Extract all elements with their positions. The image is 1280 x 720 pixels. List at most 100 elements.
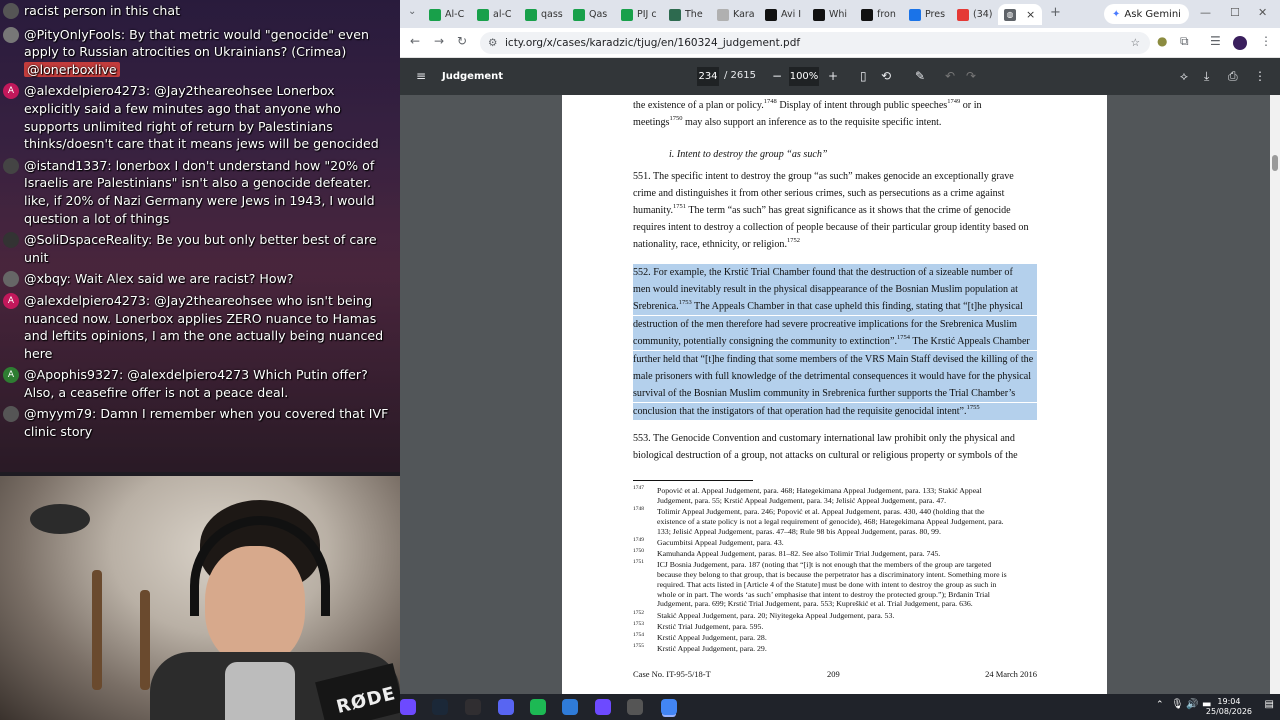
chat-username[interactable]: @xbqy:	[24, 271, 71, 286]
zoom-in-button[interactable]: +	[828, 69, 838, 83]
browser-tab[interactable]: qass	[525, 4, 563, 25]
footnote-ref[interactable]: 1748	[764, 98, 777, 105]
reading-list-icon[interactable]: ☰	[1210, 34, 1221, 48]
browser-tab[interactable]: fron	[861, 4, 896, 25]
rotate-icon[interactable]: ⟲	[881, 69, 891, 83]
gemini-icon: ✦	[1112, 8, 1121, 20]
text-line: the existence of a plan or policy.1748 D…	[633, 97, 1037, 114]
chrome-icon[interactable]	[661, 699, 677, 715]
fit-page-icon[interactable]: ▯	[860, 69, 867, 83]
browser-menu-icon[interactable]: ⋮	[1260, 34, 1272, 48]
profile-avatar[interactable]	[1233, 36, 1247, 50]
tab-favicon	[525, 8, 537, 21]
chat-username[interactable]: @alexdelpiero4273:	[24, 293, 150, 308]
chat-username[interactable]: @Apophis9327:	[24, 367, 123, 382]
system-clock[interactable]: 19:04 25/08/2026	[1206, 697, 1252, 717]
spotify-icon[interactable]	[530, 699, 546, 715]
chat-username[interactable]: @istand1337:	[24, 158, 112, 173]
proton-icon[interactable]	[400, 699, 416, 715]
chat-text: Wait Alex said we are racist? How?	[70, 271, 294, 287]
ask-gemini-button[interactable]: ✦ Ask Gemini	[1104, 4, 1189, 24]
chat-username[interactable]: @SoliDspaceReality:	[24, 232, 152, 247]
minimize-button[interactable]: —	[1200, 6, 1211, 19]
proton-vpn-icon[interactable]	[595, 699, 611, 715]
taskbar: ⌃ 🎙 🔊 ▬ 19:04 25/08/2026 ▤	[400, 694, 1280, 720]
print-icon[interactable]: ⎙	[1228, 69, 1238, 84]
line-text: meetings	[633, 117, 670, 128]
footnote-ref[interactable]: 1755	[967, 404, 980, 411]
settings-icon[interactable]	[627, 699, 643, 715]
pdf-sidebar-menu-icon[interactable]: ≡	[416, 69, 426, 83]
chat-username[interactable]: @PityOnlyFools:	[24, 27, 125, 42]
line-text: male prisoners with full knowledge of th…	[633, 371, 1032, 382]
footnote-number: 1747	[633, 485, 644, 491]
zoom-level[interactable]: 100%	[789, 67, 819, 86]
browser-tab[interactable]: Whi	[813, 4, 847, 25]
user-avatar	[3, 232, 19, 249]
download-icon[interactable]: ⤓	[1204, 69, 1209, 84]
bookmark-star-icon[interactable]: ☆	[1131, 32, 1140, 54]
highlighted-line: further held that “[t]he finding that so…	[633, 351, 1037, 369]
footnote-ref[interactable]: 1751	[673, 203, 686, 210]
browser-tab[interactable]: Kara	[717, 4, 755, 25]
tray-chevron-icon[interactable]: ⌃	[1156, 700, 1164, 710]
browser-tab[interactable]: (34)	[957, 4, 993, 25]
browser-tab[interactable]: Qas	[573, 4, 607, 25]
user-avatar: A	[3, 83, 19, 100]
footnote-ref[interactable]: 1750	[669, 115, 682, 122]
pdf-page[interactable]: the existence of a plan or policy.1748 D…	[562, 95, 1107, 694]
undo-icon[interactable]: ↶	[945, 69, 955, 83]
tab-active[interactable]: ◍ ×	[998, 4, 1042, 25]
browser-tab[interactable]: Al-C	[429, 4, 464, 25]
forward-icon[interactable]: →	[434, 34, 444, 48]
footnote-ref[interactable]: 1752	[787, 237, 800, 244]
tab-favicon	[909, 8, 921, 21]
annotate-icon[interactable]: ✎	[915, 69, 925, 83]
maximize-button[interactable]: ☐	[1230, 6, 1240, 19]
vscode-icon[interactable]	[562, 699, 578, 715]
steam-icon[interactable]	[432, 699, 448, 715]
highlighted-line: conclusion that the instigators of that …	[633, 403, 1037, 421]
footnote-text: required. That acts listed in [Article 4…	[657, 579, 997, 589]
close-window-button[interactable]: ✕	[1258, 6, 1267, 19]
notifications-icon[interactable]: ▤	[1265, 699, 1274, 710]
ai-summary-icon[interactable]: ⟡	[1180, 69, 1188, 84]
reload-icon[interactable]: ↻	[457, 34, 467, 48]
chat-username[interactable]: @alexdelpiero4273:	[24, 83, 150, 98]
mic-tray-icon[interactable]: 🎙	[1171, 699, 1184, 710]
zoom-out-button[interactable]: −	[772, 69, 782, 83]
browser-tab[interactable]: al-C	[477, 4, 512, 25]
browser-tab[interactable]: The	[669, 4, 703, 25]
obs-icon[interactable]	[465, 699, 481, 715]
user-avatar	[3, 406, 19, 423]
site-info-icon[interactable]: ⚙	[488, 32, 497, 54]
tab-favicon	[669, 8, 681, 21]
footnote-ref[interactable]: 1754	[897, 334, 910, 341]
pdf-viewer[interactable]: the existence of a plan or policy.1748 D…	[400, 95, 1280, 694]
tab-close-button[interactable]: ×	[1026, 8, 1035, 21]
new-tab-button[interactable]: +	[1050, 5, 1061, 20]
tab-search-icon[interactable]: ⌄	[408, 6, 416, 17]
pdf-toolbar: ≡ Judgement 234 / 2615 − 100% + ▯ ⟲ ✎ ↶ …	[400, 58, 1280, 95]
scroll-thumb[interactable]	[1272, 155, 1278, 171]
extension-icon[interactable]: ●	[1157, 34, 1167, 48]
browser-tab[interactable]: Avi I	[765, 4, 801, 25]
footnote-ref[interactable]: 1749	[947, 98, 960, 105]
page-number-input[interactable]: 234	[697, 67, 719, 86]
redo-icon[interactable]: ↷	[966, 69, 976, 83]
extensions-puzzle-icon[interactable]: ⧉	[1180, 34, 1189, 49]
footnote-number: 1749	[633, 536, 644, 543]
address-bar[interactable]: ⚙ icty.org/x/cases/karadzic/tjug/en/1603…	[480, 32, 1150, 54]
footnote-number: 1750	[633, 548, 644, 554]
pdf-scrollbar[interactable]	[1270, 95, 1280, 694]
footnote-text: Krstić Trial Judgement, para. 595.	[657, 621, 764, 631]
browser-tab[interactable]: PIJ c	[621, 4, 657, 25]
volume-icon[interactable]: 🔊	[1186, 699, 1198, 710]
discord-icon[interactable]	[498, 699, 514, 715]
chat-username[interactable]: @myym79:	[24, 406, 96, 421]
pdf-more-icon[interactable]: ⋮	[1254, 69, 1266, 83]
footnote-ref[interactable]: 1753	[679, 299, 692, 306]
highlighted-line: survival of the Bosnian Muslim community…	[633, 385, 1037, 403]
back-icon[interactable]: ←	[410, 34, 420, 48]
browser-tab[interactable]: Pres	[909, 4, 945, 25]
